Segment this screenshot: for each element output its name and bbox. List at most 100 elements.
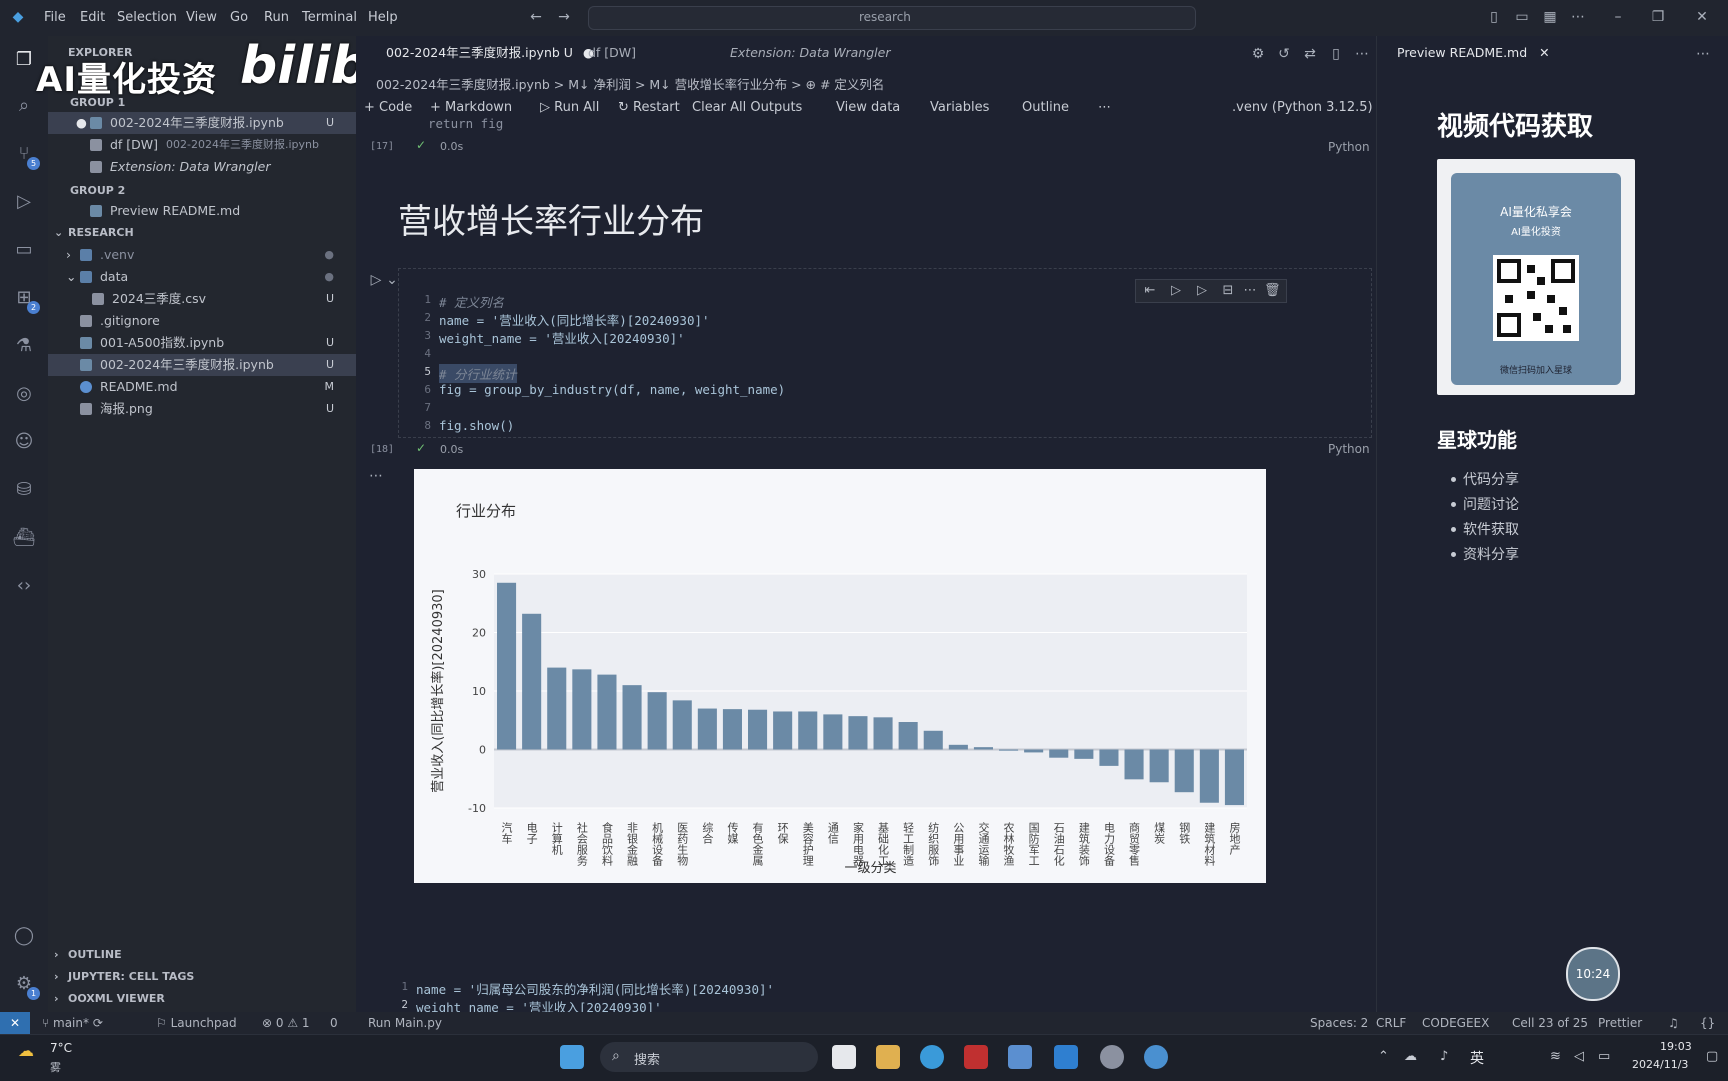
tab-df[interactable]: df [DW]: [588, 36, 636, 70]
tree-item-poster[interactable]: 海报.png U: [48, 398, 356, 420]
code-cell[interactable]: ⇤ ▷ ▷ ⊟ ⋯ 🗑 1 # 定义列名 2 name = '营业收入(同比增长…: [398, 268, 1372, 438]
vscode-taskbar-icon[interactable]: [1054, 1045, 1078, 1069]
extensions-icon[interactable]: ⊞ 2: [12, 286, 40, 314]
app-icon[interactable]: [1008, 1045, 1032, 1069]
clock-time[interactable]: 19:03: [1660, 1040, 1692, 1053]
settings-gear-icon[interactable]: ⚙ 1: [12, 972, 40, 1000]
tree-item-csv[interactable]: 2024三季度.csv U: [48, 288, 356, 310]
forward-arrow-icon[interactable]: →: [556, 9, 572, 25]
layout-icon[interactable]: ▦: [1542, 9, 1558, 25]
tree-item-readme[interactable]: README.md M: [48, 376, 356, 398]
tree-item-report[interactable]: 002-2024年三季度财报.ipynb U: [48, 354, 356, 376]
cell-language[interactable]: Python: [1328, 442, 1370, 456]
menu-selection[interactable]: Selection: [117, 10, 177, 25]
open-editor-extension[interactable]: Extension: Data Wrangler: [48, 156, 356, 178]
menu-view[interactable]: View: [186, 10, 217, 25]
eol-indicator[interactable]: CRLF: [1376, 1016, 1406, 1030]
toggle-sidebar-icon[interactable]: ▯: [1486, 9, 1502, 25]
tree-item-venv[interactable]: › .venv ●: [48, 244, 356, 266]
start-button-icon[interactable]: [560, 1045, 584, 1069]
timeline-icon[interactable]: ↺: [1276, 46, 1292, 62]
open-editor-preview[interactable]: Preview README.md: [48, 200, 356, 222]
split-cell-icon[interactable]: ⊟: [1220, 283, 1236, 298]
weather-temp[interactable]: 7°C: [50, 1041, 72, 1055]
toolbar-more-icon[interactable]: ⋯: [1098, 100, 1111, 115]
tree-item-gitignore[interactable]: .gitignore: [48, 310, 356, 332]
variables-button[interactable]: Variables: [930, 100, 989, 115]
output-more-icon[interactable]: ⋯: [368, 468, 384, 484]
remote-explorer-icon[interactable]: ▭: [12, 238, 36, 262]
explorer-icon[interactable]: ❐: [12, 48, 36, 72]
run-debug-icon[interactable]: ▷: [12, 190, 36, 214]
clear-outputs-button[interactable]: Clear All Outputs: [692, 100, 802, 115]
volume-icon[interactable]: ◁: [1574, 1049, 1584, 1064]
cell-more-icon[interactable]: ⋯: [1242, 283, 1258, 298]
prettier-button[interactable]: Prettier: [1598, 1016, 1642, 1030]
obs-icon[interactable]: [1100, 1045, 1124, 1069]
testing-icon[interactable]: ⚗: [12, 334, 36, 358]
clock-date[interactable]: 2024/11/3: [1632, 1058, 1688, 1071]
notifications-bell-icon[interactable]: ♫: [1668, 1016, 1679, 1030]
browser-icon[interactable]: [1144, 1045, 1168, 1069]
editor-more-icon[interactable]: ⋯: [1354, 46, 1370, 62]
open-editor-notebook[interactable]: ● 002-2024年三季度财报.ipynb U: [48, 112, 356, 134]
notifications-icon[interactable]: ▢: [1706, 1049, 1718, 1064]
run-above-icon[interactable]: ⇤: [1142, 283, 1158, 298]
account-icon[interactable]: ◯: [12, 924, 36, 948]
indentation-indicator[interactable]: Spaces: 2: [1310, 1016, 1368, 1030]
tree-item-a500[interactable]: 001-A500指数.ipynb U: [48, 332, 356, 354]
menu-help[interactable]: Help: [368, 10, 398, 25]
cell-tags-section[interactable]: › JUPYTER: CELL TAGS: [48, 966, 356, 988]
docker-icon[interactable]: ⛴: [12, 526, 36, 550]
battery-icon[interactable]: ▭: [1598, 1049, 1610, 1064]
taskbar-search[interactable]: ⌕ 搜索: [600, 1042, 818, 1072]
weather-icon[interactable]: ☁: [18, 1041, 44, 1060]
run-all-button[interactable]: ▷ Run All: [540, 100, 599, 115]
wifi-icon[interactable]: ≋: [1550, 1049, 1561, 1064]
minimize-icon[interactable]: –: [1610, 9, 1626, 25]
edge-browser-icon[interactable]: [920, 1045, 944, 1069]
editor-settings-icon[interactable]: ⚙: [1250, 46, 1266, 62]
remote-indicator-icon[interactable]: ✕: [0, 1012, 30, 1034]
database-icon[interactable]: ⛁: [12, 478, 36, 502]
github-icon[interactable]: ◎: [12, 382, 36, 406]
compare-icon[interactable]: ⇄: [1302, 46, 1318, 62]
menu-file[interactable]: File: [44, 10, 66, 25]
code-icon[interactable]: ‹›: [12, 574, 36, 598]
search-icon[interactable]: ⌕: [12, 94, 36, 118]
more-icon[interactable]: ⋯: [1570, 9, 1586, 25]
outline-section[interactable]: › OUTLINE: [48, 944, 356, 966]
status-braces-icon[interactable]: {}: [1700, 1016, 1715, 1030]
run-below-icon[interactable]: ▷: [1168, 283, 1184, 298]
view-data-button[interactable]: View data: [836, 100, 900, 115]
research-folder-header[interactable]: ⌄ RESEARCH: [48, 222, 356, 244]
ooxml-viewer-section[interactable]: › OOXML VIEWER: [48, 988, 356, 1010]
group2-header[interactable]: GROUP 2: [70, 180, 270, 202]
command-search-input[interactable]: research: [588, 6, 1196, 30]
source-control-icon[interactable]: ⑂ 5: [12, 142, 40, 170]
tab-notebook[interactable]: 002-2024年三季度财报.ipynb U ●: [386, 36, 594, 70]
taskview-icon[interactable]: [832, 1045, 856, 1069]
launchpad-button[interactable]: ⚐ Launchpad: [156, 1016, 237, 1030]
run-next-icon[interactable]: ▷: [1194, 283, 1210, 298]
weather-desc[interactable]: 雾: [50, 1059, 61, 1075]
restore-icon[interactable]: ❐: [1650, 9, 1666, 25]
menu-go[interactable]: Go: [230, 10, 248, 25]
cell-language[interactable]: Python: [1328, 140, 1370, 154]
split-editor-icon[interactable]: ▯: [1328, 46, 1344, 62]
delete-cell-icon[interactable]: 🗑: [1264, 283, 1281, 298]
tab-preview-readme[interactable]: Preview README.md ✕: [1397, 36, 1550, 70]
close-icon[interactable]: ✕: [1694, 9, 1710, 25]
ports-indicator[interactable]: 0: [330, 1016, 338, 1030]
onedrive-icon[interactable]: ☁: [1404, 1049, 1417, 1064]
run-cell-icon[interactable]: ▷: [368, 272, 384, 288]
add-code-button[interactable]: + Code: [364, 100, 412, 115]
preview-more-icon[interactable]: ⋯: [1695, 46, 1711, 62]
tab-data-wrangler[interactable]: Extension: Data Wrangler: [730, 36, 890, 70]
branch-indicator[interactable]: ⑂ main* ⟳: [42, 1016, 103, 1030]
menu-terminal[interactable]: Terminal: [302, 10, 357, 25]
restart-button[interactable]: ↻ Restart: [618, 100, 680, 115]
menu-edit[interactable]: Edit: [80, 10, 105, 25]
wps-icon[interactable]: [964, 1045, 988, 1069]
ime-indicator[interactable]: 英: [1470, 1048, 1484, 1068]
